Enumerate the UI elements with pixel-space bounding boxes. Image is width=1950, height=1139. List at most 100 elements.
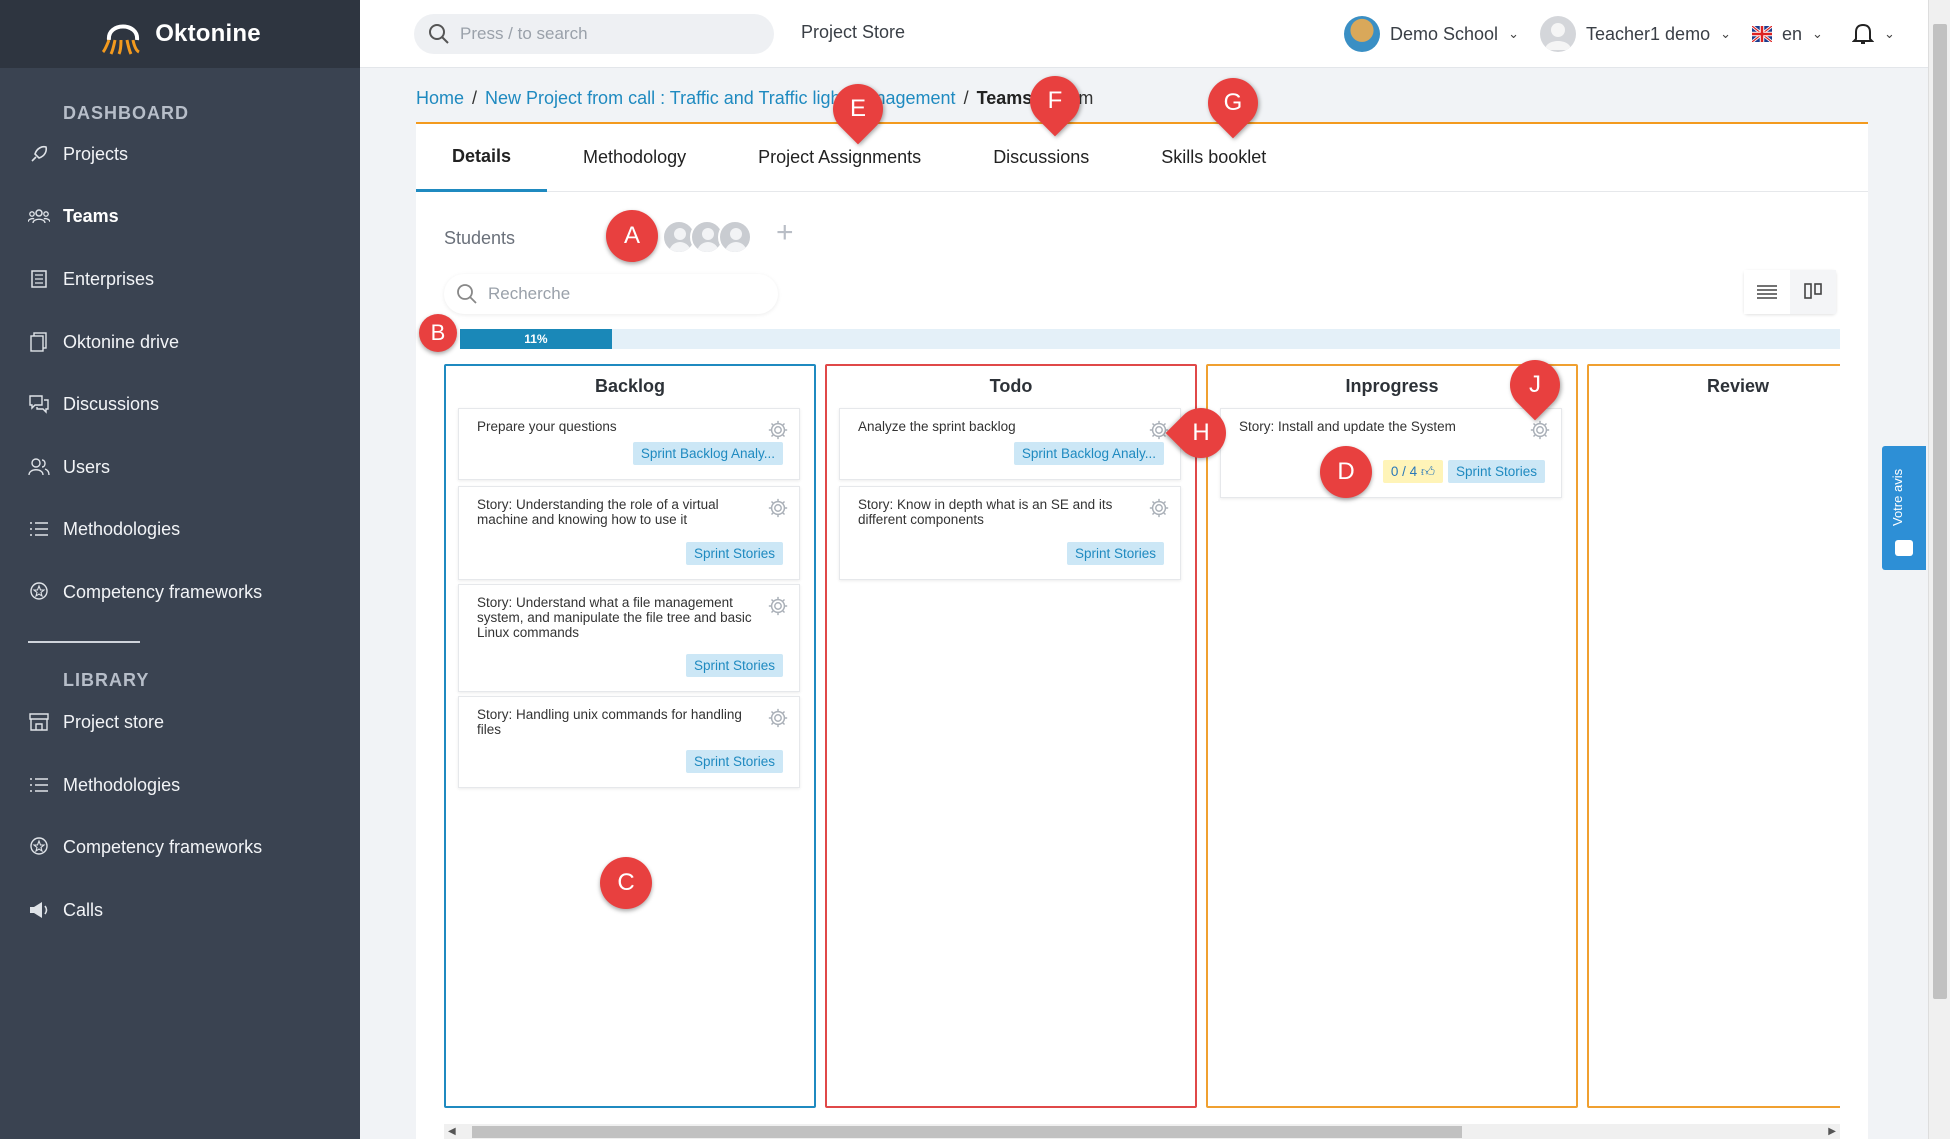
task-text: Story: Understanding the role of a virtu… bbox=[477, 497, 719, 527]
gear-icon[interactable] bbox=[1529, 419, 1551, 441]
rocket-icon bbox=[28, 143, 50, 165]
marker-a: A bbox=[606, 210, 658, 262]
task-card[interactable]: Story: Handling unix commands for handli… bbox=[458, 696, 800, 788]
sidebar-item-project-store[interactable]: Project store bbox=[0, 702, 360, 742]
scroll-left-icon[interactable]: ◀ bbox=[448, 1126, 456, 1137]
add-student-icon[interactable]: + bbox=[776, 216, 794, 250]
building-icon bbox=[28, 268, 50, 290]
task-tag[interactable]: Sprint Stories bbox=[1447, 460, 1545, 483]
breadcrumb-project[interactable]: New Project from call : Traffic and Traf… bbox=[485, 88, 956, 109]
task-card[interactable]: Story: Install and update the System 0 /… bbox=[1220, 408, 1562, 498]
megaphone-icon bbox=[28, 899, 50, 921]
sidebar-item-label: Projects bbox=[63, 143, 129, 164]
scroll-thumb[interactable] bbox=[472, 1126, 1462, 1138]
language-selector[interactable]: en ⌄ bbox=[1752, 14, 1823, 54]
tab-skills-booklet[interactable]: Skills booklet bbox=[1125, 124, 1302, 192]
filter-input[interactable] bbox=[488, 284, 768, 304]
notifications[interactable]: ⌄ bbox=[1852, 14, 1895, 54]
user-menu[interactable]: Teacher1 demo ⌄ bbox=[1540, 14, 1731, 54]
sidebar-item-oktonine-drive[interactable]: Oktonine drive bbox=[0, 322, 360, 362]
gear-icon[interactable] bbox=[767, 707, 789, 729]
sidebar-item-users[interactable]: Users bbox=[0, 447, 360, 487]
page-vertical-scrollbar[interactable] bbox=[1928, 0, 1950, 1139]
board-view-button[interactable] bbox=[1790, 270, 1836, 314]
sidebar-item-label: Competency frameworks bbox=[63, 836, 263, 857]
breadcrumb-teams: Teams bbox=[976, 87, 1033, 108]
gear-icon[interactable] bbox=[767, 595, 789, 617]
sidebar-item-library-competency-frameworks[interactable]: Competency frameworks bbox=[0, 827, 360, 867]
thumbs-up-icon: 👍︎ bbox=[1420, 464, 1435, 479]
task-card[interactable]: Prepare your questions Sprint Backlog An… bbox=[458, 408, 800, 480]
column-backlog: Backlog Prepare your questions Sprint Ba… bbox=[444, 364, 816, 1108]
gear-icon[interactable] bbox=[767, 419, 789, 441]
task-card[interactable]: Story: Understanding the role of a virtu… bbox=[458, 486, 800, 580]
bell-icon bbox=[1852, 23, 1874, 44]
sidebar-item-library-methodologies[interactable]: Methodologies bbox=[0, 765, 360, 805]
sidebar-item-label: Calls bbox=[63, 899, 104, 920]
logo[interactable]: Oktonine bbox=[0, 0, 360, 68]
sidebar-item-discussions[interactable]: Discussions bbox=[0, 384, 360, 424]
school-selector[interactable]: Demo School ⌄ bbox=[1344, 14, 1519, 54]
sidebar-item-calls[interactable]: Calls bbox=[0, 890, 360, 930]
badge-icon bbox=[28, 581, 50, 603]
list-icon bbox=[28, 518, 50, 540]
task-card[interactable]: Analyze the sprint backlog Sprint Backlo… bbox=[839, 408, 1181, 480]
list-view-button[interactable] bbox=[1744, 270, 1790, 314]
marker-h-label: H bbox=[1192, 419, 1210, 446]
breadcrumb-separator: / bbox=[963, 87, 969, 108]
drive-icon bbox=[28, 331, 50, 353]
feedback-label: Votre avis bbox=[1890, 468, 1905, 526]
rating-value: 0 / 4 bbox=[1390, 464, 1418, 479]
task-text: Story: Understand what a file management… bbox=[477, 595, 752, 640]
sidebar-item-label: Enterprises bbox=[63, 268, 155, 289]
section-library: LIBRARY bbox=[63, 670, 150, 690]
team-icon bbox=[28, 205, 50, 227]
list-icon bbox=[28, 774, 50, 796]
marker-g-label: G bbox=[1223, 89, 1243, 116]
marker-g: G bbox=[1197, 67, 1269, 139]
feedback-tab[interactable]: Votre avis bbox=[1882, 446, 1926, 570]
task-tag[interactable]: Sprint Stories bbox=[685, 750, 783, 773]
marker-e: E bbox=[822, 73, 894, 145]
search-input[interactable] bbox=[460, 24, 750, 44]
language-label: en bbox=[1782, 23, 1803, 44]
sidebar-item-competency-frameworks[interactable]: Competency frameworks bbox=[0, 572, 360, 612]
task-tag[interactable]: Sprint Stories bbox=[1066, 542, 1164, 565]
sidebar-item-teams[interactable]: Teams bbox=[0, 196, 360, 236]
progress-fill: 11% bbox=[460, 329, 612, 349]
rating-badge[interactable]: 0 / 4 👍︎ bbox=[1382, 460, 1443, 483]
student-avatars[interactable] bbox=[662, 220, 752, 254]
task-text: Story: Know in depth what is an SE and i… bbox=[858, 497, 1113, 527]
smiley-icon bbox=[1895, 540, 1913, 556]
gear-icon[interactable] bbox=[767, 497, 789, 519]
project-store-link[interactable]: Project Store bbox=[801, 22, 905, 43]
sidebar-item-label: Discussions bbox=[63, 393, 160, 414]
tab-methodology[interactable]: Methodology bbox=[547, 124, 722, 192]
board-horizontal-scrollbar[interactable]: ◀ ▶ bbox=[444, 1124, 1840, 1139]
breadcrumb-home[interactable]: Home bbox=[416, 88, 464, 109]
tab-bar: Details Methodology Project Assignments … bbox=[416, 124, 1868, 192]
sidebar-item-methodologies[interactable]: Methodologies bbox=[0, 509, 360, 549]
task-tag[interactable]: Sprint Stories bbox=[685, 542, 783, 565]
task-card[interactable]: Story: Understand what a file management… bbox=[458, 584, 800, 692]
team-card: Details Methodology Project Assignments … bbox=[416, 122, 1868, 1139]
scroll-thumb[interactable] bbox=[1933, 24, 1947, 999]
sidebar-item-label: Project store bbox=[63, 711, 165, 732]
task-tag[interactable]: Sprint Stories bbox=[685, 654, 783, 677]
section-dashboard: DASHBOARD bbox=[63, 103, 189, 123]
tab-details[interactable]: Details bbox=[416, 124, 548, 192]
task-filter[interactable] bbox=[444, 274, 778, 314]
sidebar-item-enterprises[interactable]: Enterprises bbox=[0, 259, 360, 299]
chevron-down-icon: ⌄ bbox=[1508, 26, 1519, 41]
sidebar-item-projects[interactable]: Projects bbox=[0, 134, 360, 174]
view-toggle bbox=[1744, 270, 1836, 314]
student-avatar[interactable] bbox=[718, 220, 752, 254]
global-search[interactable] bbox=[414, 14, 774, 54]
task-tag[interactable]: Sprint Backlog Analy... bbox=[1013, 442, 1164, 465]
user-avatar bbox=[1540, 16, 1576, 52]
tab-discussions[interactable]: Discussions bbox=[957, 124, 1125, 192]
gear-icon[interactable] bbox=[1148, 497, 1170, 519]
scroll-right-icon[interactable]: ▶ bbox=[1828, 1126, 1836, 1137]
task-tag[interactable]: Sprint Backlog Analy... bbox=[632, 442, 783, 465]
task-card[interactable]: Story: Know in depth what is an SE and i… bbox=[839, 486, 1181, 580]
